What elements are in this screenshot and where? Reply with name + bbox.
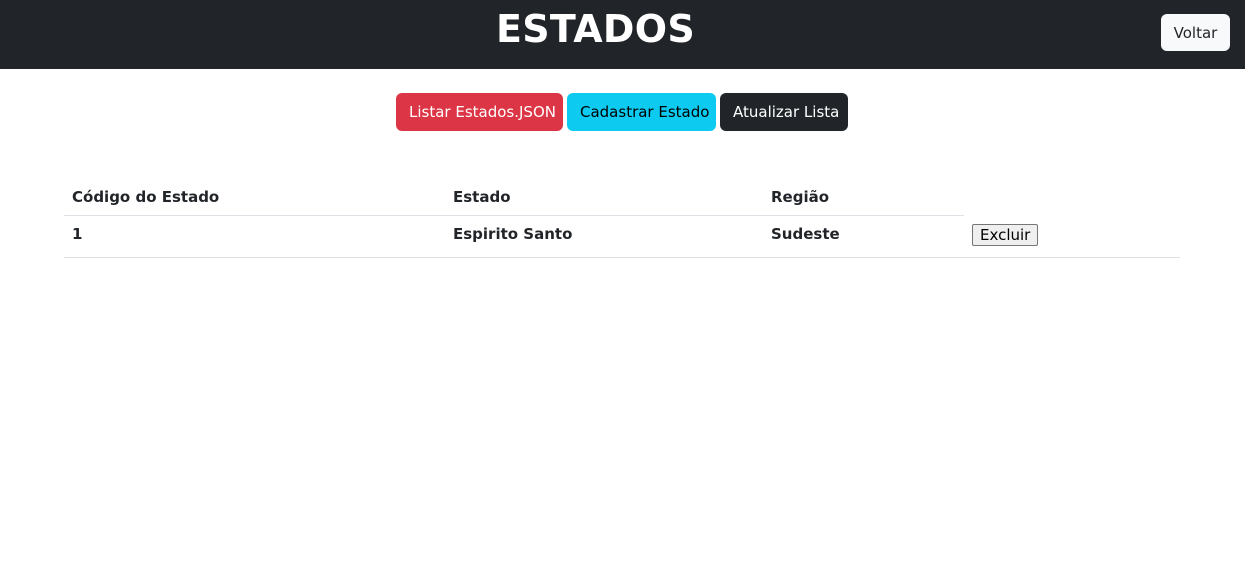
register-state-button[interactable]: Cadastrar Estado <box>567 93 716 131</box>
cell-action: Excluir <box>964 215 1180 258</box>
cell-code: 1 <box>64 215 445 258</box>
column-header-code: Código do Estado <box>64 179 445 216</box>
table-row: 1 Espirito Santo Sudeste Excluir <box>64 215 1180 258</box>
action-buttons: Listar Estados.JSON Cadastrar Estado Atu… <box>396 93 848 131</box>
page-title: ESTADOS <box>496 7 696 51</box>
states-table: Código do Estado Estado Região 1 Espirit… <box>64 179 1180 258</box>
list-json-button[interactable]: Listar Estados.JSON <box>396 93 563 131</box>
column-header-region: Região <box>763 179 964 216</box>
refresh-list-button[interactable]: Atualizar Lista <box>720 93 848 131</box>
column-header-state: Estado <box>445 179 763 216</box>
table-header-row: Código do Estado Estado Região <box>64 179 1180 216</box>
cell-state: Espirito Santo <box>445 215 763 258</box>
back-button[interactable]: Voltar <box>1161 14 1230 51</box>
states-table-container: Código do Estado Estado Região 1 Espirit… <box>64 179 1180 258</box>
column-header-action <box>964 179 1180 215</box>
cell-region: Sudeste <box>763 215 964 258</box>
delete-button[interactable]: Excluir <box>972 224 1039 246</box>
top-navbar: ESTADOS Voltar <box>0 0 1245 69</box>
